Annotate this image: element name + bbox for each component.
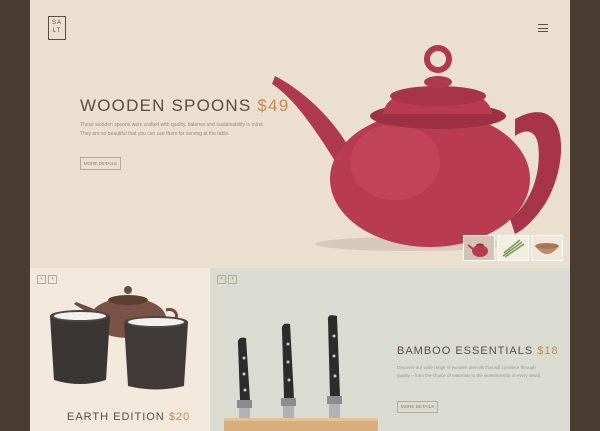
hamburger-menu-icon[interactable]: [538, 24, 548, 32]
earth-price: $20: [168, 411, 191, 423]
hero-section: SA LT WOODEN SPOONS $49 These wooden spo…: [30, 0, 570, 268]
knife-block-image: [224, 315, 378, 431]
thumbnail-teapot[interactable]: [463, 235, 495, 261]
bamboo-essentials-title: BAMBOO ESSENTIALS $18: [397, 345, 559, 357]
logo-line-1: SA: [51, 20, 62, 26]
next-arrow-icon[interactable]: ›: [228, 275, 237, 284]
hero-description: These wooden spoons were crafted with qu…: [80, 122, 264, 137]
thumbnail-wooden-bowl[interactable]: [531, 235, 563, 261]
prev-arrow-icon[interactable]: ‹: [217, 275, 226, 284]
earth-edition-title: EARTH EDITION $20: [67, 411, 190, 423]
bamboo-description: Discover our wide range of wooden utensi…: [397, 365, 542, 378]
bamboo-more-details-button[interactable]: MORE DETAILS: [397, 401, 438, 413]
earth-edition-panel: ‹ › EARTH EDITION $20: [30, 268, 210, 431]
hero-more-details-button[interactable]: MORE DETAILS: [80, 157, 121, 170]
clay-teapot-and-cups-image: [50, 286, 188, 390]
page-frame: SA LT WOODEN SPOONS $49 These wooden spo…: [30, 0, 570, 431]
red-teapot-image: [272, 45, 562, 251]
thumbnail-strip: [463, 235, 563, 261]
bamboo-price: $18: [537, 345, 559, 357]
prev-arrow-icon[interactable]: ‹: [37, 275, 46, 284]
hero-title: WOODEN SPOONS $49: [80, 96, 289, 116]
bamboo-title-text: BAMBOO ESSENTIALS: [397, 345, 534, 357]
thumbnail-asparagus[interactable]: [497, 235, 529, 261]
logo[interactable]: SA LT: [48, 16, 66, 40]
hero-title-text: WOODEN SPOONS: [80, 96, 252, 115]
logo-line-2: LT: [52, 28, 62, 34]
earth-title-text: EARTH EDITION: [67, 411, 165, 423]
bamboo-nav-arrows: ‹ ›: [217, 275, 237, 284]
bamboo-essentials-panel: ‹ › BAMBOO ESSENTIALS $18 Discover our w…: [210, 268, 570, 431]
